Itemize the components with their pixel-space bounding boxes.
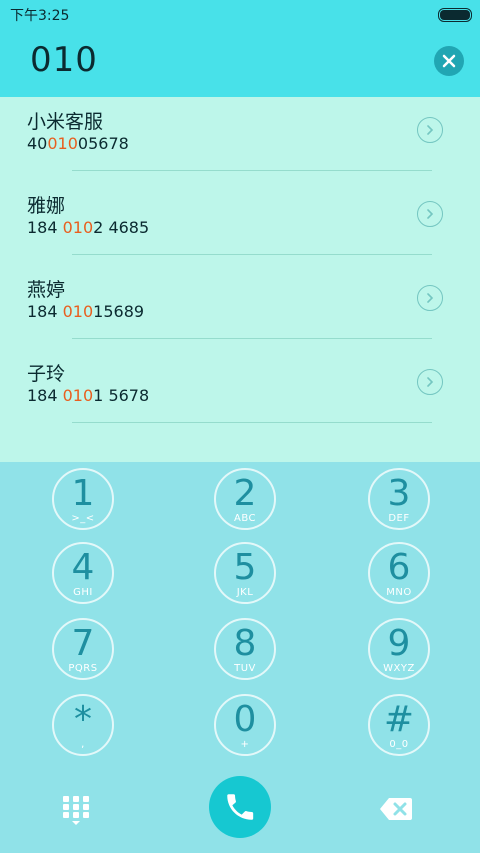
- search-results-list: 小米客服 4001005678 雅娜 184 0102 4685 燕婷 184 …: [0, 97, 480, 462]
- key-hash[interactable]: # 0_0: [368, 694, 430, 756]
- chevron-right-icon: [427, 377, 434, 387]
- call-button[interactable]: [209, 776, 271, 838]
- chevron-right-icon: [427, 125, 434, 135]
- battery-icon: [438, 8, 472, 22]
- clear-input-button[interactable]: [434, 46, 464, 76]
- dialer-header: 下午3:25 010: [0, 0, 480, 97]
- dialpad-toggle-button[interactable]: [63, 796, 89, 826]
- contact-detail-button[interactable]: [417, 369, 443, 395]
- contact-detail-button[interactable]: [417, 285, 443, 311]
- contact-number: 184 0101 5678: [27, 386, 150, 405]
- dialpad-icon: [63, 796, 89, 825]
- row-divider: [72, 338, 432, 339]
- contact-name: 子玲: [27, 363, 66, 385]
- key-2[interactable]: 2 ABC: [214, 468, 276, 530]
- key-1[interactable]: 1 >_<: [52, 468, 114, 530]
- chevron-right-icon: [427, 293, 434, 303]
- close-icon: [442, 54, 456, 68]
- key-0[interactable]: 0 +: [214, 694, 276, 756]
- row-divider: [72, 170, 432, 171]
- contact-name: 燕婷: [27, 279, 66, 301]
- status-time: 下午3:25: [10, 8, 70, 24]
- row-divider: [72, 254, 432, 255]
- contact-detail-button[interactable]: [417, 117, 443, 143]
- key-8[interactable]: 8 TUV: [214, 618, 276, 680]
- contact-row[interactable]: 子玲 184 0101 5678: [0, 349, 480, 433]
- key-3[interactable]: 3 DEF: [368, 468, 430, 530]
- contact-row[interactable]: 燕婷 184 01015689: [0, 265, 480, 349]
- contact-number: 184 01015689: [27, 302, 145, 321]
- key-9[interactable]: 9 WXYZ: [368, 618, 430, 680]
- backspace-button[interactable]: [379, 797, 413, 821]
- contact-number: 184 0102 4685: [27, 218, 150, 237]
- contact-name: 雅娜: [27, 195, 66, 217]
- contact-row[interactable]: 小米客服 4001005678: [0, 97, 480, 181]
- contact-row[interactable]: 雅娜 184 0102 4685: [0, 181, 480, 265]
- phone-icon: [227, 794, 254, 820]
- contact-detail-button[interactable]: [417, 201, 443, 227]
- number-match-highlight: 010: [62, 386, 94, 405]
- key-5[interactable]: 5 JKL: [214, 542, 276, 604]
- key-star[interactable]: * ,: [52, 694, 114, 756]
- contact-name: 小米客服: [27, 111, 104, 133]
- row-divider: [72, 422, 432, 423]
- key-6[interactable]: 6 MNO: [368, 542, 430, 604]
- chevron-right-icon: [427, 209, 434, 219]
- backspace-icon: [380, 798, 412, 820]
- number-match-highlight: 010: [62, 302, 94, 321]
- number-match-highlight: 010: [62, 218, 94, 237]
- dialed-number-input[interactable]: 010: [30, 40, 98, 80]
- key-4[interactable]: 4 GHI: [52, 542, 114, 604]
- contact-number: 4001005678: [27, 134, 129, 153]
- number-match-highlight: 010: [47, 134, 78, 153]
- key-7[interactable]: 7 PQRS: [52, 618, 114, 680]
